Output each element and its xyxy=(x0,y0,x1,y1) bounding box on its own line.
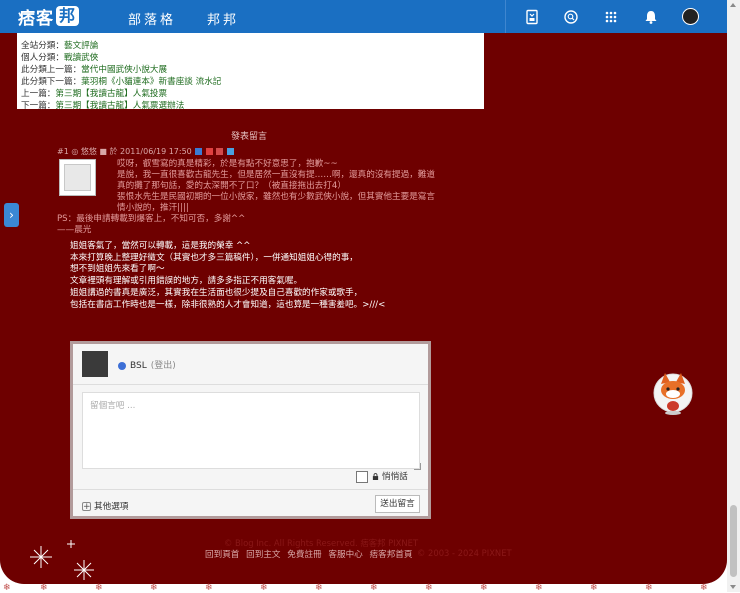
reply-line: 姐姐客氣了，當然可以轉載，這是我的榮幸 ^^ xyxy=(70,241,251,251)
site-category-row: 全站分類：藝文評論 xyxy=(21,40,484,52)
textarea-resize-handle[interactable] xyxy=(414,463,421,470)
site-category-label: 全站分類： xyxy=(21,41,64,51)
plus-icon: + xyxy=(82,502,91,512)
top-navigation-bar: 痞客 邦 部落格 邦邦 xyxy=(0,0,727,33)
prev-in-category-label: 此分類上一篇： xyxy=(21,65,82,75)
reply-line: 想不到姐姐先來看了啊～ xyxy=(70,264,165,275)
sparkle-decoration xyxy=(30,540,94,580)
private-label: 悄悄話 xyxy=(382,472,408,482)
personal-category-row: 個人分類：戰讀武俠 xyxy=(21,52,484,64)
comment-signature: ——晨光 xyxy=(57,225,92,235)
comment-line: 真的攤了那句話，愛的太深開不了口？（被直接拖出去打4） xyxy=(117,181,346,191)
apps-grid-icon[interactable] xyxy=(603,9,619,25)
scrollbar-thumb[interactable] xyxy=(730,505,737,577)
share-plurk-icon[interactable] xyxy=(205,148,213,155)
reply-line: 包括在書店工作時也是一樣，除非很熟的人才會知道，這也算是一種害羞吧。>///< xyxy=(70,299,386,310)
comment-meta: #1 ◎ 悠悠 ■ 於 2011/06/19 17:50 xyxy=(57,146,234,157)
nav-blog[interactable]: 部落格 xyxy=(128,9,176,28)
comment-ps: PS：最後申請轉載到爆客上，不知可否，多謝^^ ——晨光 xyxy=(57,214,245,236)
scroll-down-arrow[interactable] xyxy=(730,585,736,589)
next-in-category-row: 此分類下一篇：葉羽桐《小貓連本》新書座談 流水記 xyxy=(21,76,484,88)
author-reply: 姐姐客氣了，當然可以轉載，這是我的榮幸 ^^ 本來打算晚上整理好徵文（其實也才多… xyxy=(70,241,385,311)
prev-post-link[interactable]: 第三期【我讀古龍】人氣投票 xyxy=(55,89,167,99)
footer-link-register[interactable]: 免費註冊 xyxy=(287,550,321,560)
comment-meta-text: #1 ◎ 悠悠 ■ 於 2011/06/19 17:50 xyxy=(57,147,192,156)
next-post-link[interactable]: 第三期【我讀古龍】人氣票選辦法 xyxy=(55,101,184,111)
comment-textarea[interactable] xyxy=(82,392,420,469)
footer-link-top[interactable]: 回到頁首 xyxy=(205,550,239,560)
user-avatar[interactable] xyxy=(682,8,699,25)
share-twitter-icon[interactable] xyxy=(226,148,234,155)
notification-bell-icon[interactable] xyxy=(643,9,659,25)
reply-line: 本來打算晚上整理好徵文（其實也才多三篇稿件），一併通知姐姐心得的事， xyxy=(70,252,358,263)
topbar-divider xyxy=(505,0,506,33)
next-in-category-label: 此分類下一篇： xyxy=(21,77,82,87)
site-category-link[interactable]: 藝文評論 xyxy=(64,41,98,51)
next-post-row: 下一篇：第三期【我讀古龍】人氣票選辦法 xyxy=(21,100,484,112)
default-avatar-icon xyxy=(64,164,91,191)
footer-link-support[interactable]: 客服中心 xyxy=(328,550,362,560)
footer-copyright-tail: © 2003 - 2024 PIXNET xyxy=(417,548,512,558)
form-divider-bottom xyxy=(73,489,428,490)
next-in-category-link[interactable]: 葉羽桐《小貓連本》新書座談 流水記 xyxy=(81,77,221,87)
article-info-panel: 全站分類：藝文評論 個人分類：戰讀武俠 此分類上一篇：當代中國武俠小說大展 此分… xyxy=(17,33,484,112)
share-mail-icon[interactable] xyxy=(216,148,224,155)
personal-category-label: 個人分類： xyxy=(21,53,64,63)
comment-body: 哎呀，叡雪寫的真是精彩，於是有點不好意思了，抱歉~~ 是說，我一直很喜歡古龍先生… xyxy=(117,159,459,214)
comment-line: 張恨水先生是民國初期的一位小說家，雖然也有少數武俠小說，但其實他主要是寫言 xyxy=(117,192,435,202)
more-options-label: 其他選項 xyxy=(94,502,129,512)
prev-in-category-row: 此分類上一篇：當代中國武俠小說大展 xyxy=(21,64,484,76)
fox-mascot-icon[interactable] xyxy=(652,370,694,416)
comment-line: 是說，我一直很喜歡古龍先生，但是居然一直沒有提……啊，還真的沒有提過，難道 xyxy=(117,170,435,180)
form-divider xyxy=(73,384,428,385)
pixnet-logo[interactable]: 痞客 邦 xyxy=(18,5,80,29)
prev-post-label: 上一篇： xyxy=(21,89,56,99)
footer-curve-shape xyxy=(0,560,727,584)
footer-curve: ❄ ❄ ❄ ❄ ❄ ❄ ❄ ❄ ❄ ❄ ❄ ❄ ❄ ❄ xyxy=(0,560,727,593)
reply-line: 姐姐講過的書真是廣泛，其實我在生活面也很少提及自己喜歡的作家或歌手， xyxy=(70,287,363,298)
submit-comment-button[interactable]: 送出留言 xyxy=(375,495,420,513)
comment-line: 情小說的，推汗|||| xyxy=(117,203,189,213)
prev-in-category-link[interactable]: 當代中國武俠小說大展 xyxy=(81,65,167,75)
comments-title: 發表留言 xyxy=(231,132,268,142)
prev-post-row: 上一篇：第三期【我讀古龍】人氣投票 xyxy=(21,88,484,100)
share-facebook-icon[interactable] xyxy=(195,148,203,155)
personal-category-link[interactable]: 戰讀武俠 xyxy=(64,53,98,63)
logo-box: 邦 xyxy=(56,6,80,26)
next-post-label: 下一篇： xyxy=(21,101,56,111)
more-options-toggle[interactable]: + 其他選項 xyxy=(82,500,128,512)
logo-text: 痞客 xyxy=(18,8,54,29)
footer-links: 回到頁首 回到主文 免費註冊 客服中心 痞客邦首頁 xyxy=(205,548,416,560)
bookmark-icon[interactable] xyxy=(524,9,540,25)
search-icon[interactable] xyxy=(563,9,579,25)
lock-icon xyxy=(372,473,379,480)
user-badge-icon xyxy=(118,361,126,370)
private-comment-option: 悄悄話 xyxy=(356,470,408,483)
logout-link[interactable]: (登出) xyxy=(151,361,176,371)
page-scrollbar[interactable] xyxy=(727,0,740,592)
nav-bangbang[interactable]: 邦邦 xyxy=(207,9,239,28)
comment-form: BSL (登出) 悄悄話 +其他選項 送出留言 xyxy=(70,341,431,519)
current-user-avatar[interactable] xyxy=(82,351,108,377)
private-checkbox[interactable] xyxy=(356,470,368,483)
reply-line: 文章裡頭有理解或引用錯誤的地方，請多多指正不用客氣喔。 xyxy=(70,276,303,287)
commenter-avatar[interactable] xyxy=(59,159,96,196)
comment-ps-line: PS：最後申請轉載到爆客上，不知可否，多謝^^ xyxy=(57,214,246,224)
comment-line: 哎呀，叡雪寫的真是精彩，於是有點不好意思了，抱歉~~ xyxy=(117,159,338,169)
current-user-info: BSL (登出) xyxy=(118,358,176,371)
side-expand-tab[interactable]: › xyxy=(4,203,19,227)
chevron-right-icon: › xyxy=(9,208,14,222)
footer-link-home[interactable]: 痞客邦首頁 xyxy=(370,550,413,560)
current-user-name[interactable]: BSL xyxy=(130,361,147,371)
footer-link-main[interactable]: 回到主文 xyxy=(246,550,280,560)
scroll-up-arrow[interactable] xyxy=(730,3,736,7)
